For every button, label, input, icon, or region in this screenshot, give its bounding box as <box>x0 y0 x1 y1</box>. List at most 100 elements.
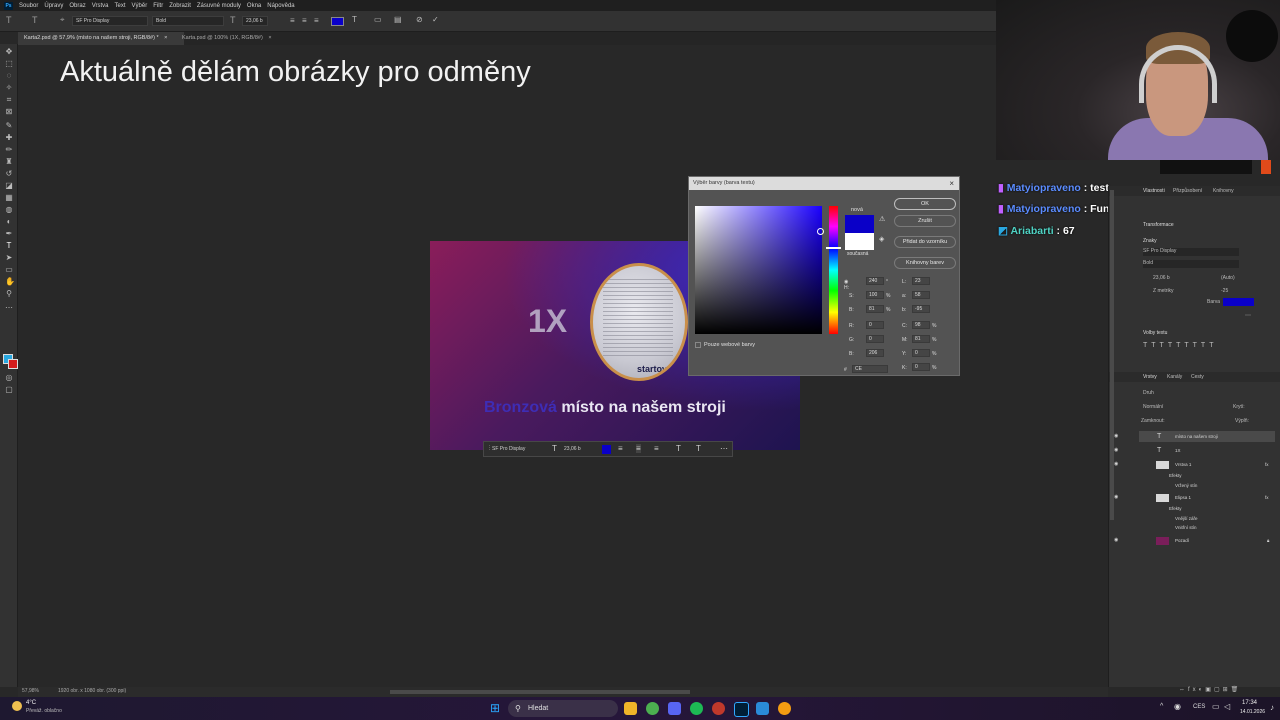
warp-text-icon[interactable]: T <box>676 444 681 453</box>
y-input[interactable]: 0 <box>912 349 930 357</box>
zoom-level[interactable]: 57,98% <box>22 688 39 694</box>
layer-row[interactable]: ◉ Elipsa 1 fx <box>1114 492 1275 503</box>
web-only-checkbox[interactable] <box>695 342 701 348</box>
menu-napoveda[interactable]: Nápověda <box>267 3 294 9</box>
h-input[interactable]: 240 <box>866 277 884 285</box>
rgb-b-input[interactable]: 206 <box>866 349 884 357</box>
tab-layers[interactable]: Vrstvy <box>1143 372 1157 382</box>
more-tools-icon[interactable]: ⋯ <box>5 304 13 312</box>
l-radio[interactable]: L: <box>902 279 906 285</box>
menu-zobrazit[interactable]: Zobrazit <box>169 3 191 9</box>
text-orientation-icon[interactable]: T <box>32 15 38 25</box>
b-input[interactable]: 81 <box>866 305 884 313</box>
zoom-tool-icon[interactable]: ⚲ <box>5 290 13 298</box>
dodge-tool-icon[interactable]: ◐ <box>5 218 13 226</box>
layer-row[interactable]: ◉ Pozadí 🔒︎ <box>1114 535 1275 546</box>
hand-tool-icon[interactable]: ✋ <box>5 278 15 286</box>
clock-date[interactable]: 14.01.2026 <box>1240 709 1265 715</box>
tab-adjustments[interactable]: Přizpůsobení <box>1173 186 1202 196</box>
menu-okna[interactable]: Okna <box>247 3 261 9</box>
a-input[interactable]: 58 <box>912 291 930 299</box>
lab-b-input[interactable]: -95 <box>912 305 930 313</box>
menu-filtr[interactable]: Filtr <box>153 3 163 9</box>
align-center-icon[interactable]: ≡ <box>302 16 307 25</box>
blur-tool-icon[interactable]: ◍ <box>5 206 13 214</box>
tab-channels[interactable]: Kanály <box>1167 372 1182 382</box>
align-right-icon[interactable]: ≡ <box>654 444 659 453</box>
taskbar-search[interactable]: ⚲ Hledat <box>508 700 618 717</box>
hue-slider-handle[interactable] <box>826 247 841 249</box>
align-center-icon[interactable]: ≡ <box>636 444 641 453</box>
web-safe-icon[interactable]: ◈ <box>879 235 884 243</box>
c-input[interactable]: 98 <box>912 321 930 329</box>
props-color-swatch[interactable] <box>1223 298 1254 306</box>
tab-paths[interactable]: Cesty <box>1191 372 1204 382</box>
ctx-color-swatch[interactable] <box>602 445 611 454</box>
ctx-font-select[interactable]: SF Pro Display <box>492 446 540 452</box>
props-size[interactable]: 23,06 b <box>1153 275 1170 281</box>
warp-text-icon[interactable]: T <box>352 15 357 24</box>
align-left-icon[interactable]: ≡ <box>290 16 295 25</box>
h-radio[interactable]: ◉ H: <box>844 279 849 291</box>
path-select-icon[interactable]: ➤ <box>5 254 13 262</box>
language-indicator[interactable]: CES <box>1193 704 1205 710</box>
chrome-icon[interactable] <box>646 702 659 715</box>
text-options-icon[interactable]: T <box>696 444 701 453</box>
text-style-buttons-icon[interactable]: TTTTTTTTT <box>1143 342 1217 349</box>
font-size-input[interactable]: 23,06 b <box>242 16 268 26</box>
lab-b-radio[interactable]: b: <box>902 307 906 313</box>
lasso-tool-icon[interactable]: ◌ <box>5 72 13 80</box>
move-tool-icon[interactable]: ✥ <box>5 48 13 56</box>
discord-icon[interactable] <box>668 702 681 715</box>
tray-apps-icon[interactable]: ◉ <box>1174 702 1181 711</box>
screen-mode-icon[interactable]: ▢ <box>5 386 13 394</box>
hex-input[interactable]: CE <box>852 365 888 373</box>
section-paragraph[interactable]: Volby textu <box>1143 330 1167 336</box>
obs-icon[interactable] <box>712 702 725 715</box>
marquee-tool-icon[interactable]: ⬚ <box>5 60 13 68</box>
document-info[interactable]: 1920 obr. x 1080 obr. (300 ppi) <box>58 688 126 694</box>
eye-icon[interactable]: ◉ <box>1114 492 1118 503</box>
font-style-select[interactable]: Bold <box>152 16 224 26</box>
layer-row[interactable]: ◉ T místo na našem stroji <box>1114 431 1275 442</box>
gradient-tool-icon[interactable]: ▦ <box>5 194 13 202</box>
r-radio[interactable]: R: <box>849 323 854 329</box>
menu-zasuvne-moduly[interactable]: Zásuvné moduly <box>197 3 241 9</box>
file-explorer-icon[interactable] <box>624 702 637 715</box>
props-style-select[interactable]: Bold <box>1143 260 1239 268</box>
tab-properties[interactable]: Vlastnosti <box>1143 186 1165 196</box>
props-kerning[interactable]: Z metriky <box>1153 288 1174 294</box>
eye-icon[interactable]: ◉ <box>1114 431 1118 442</box>
menu-obraz[interactable]: Obraz <box>69 3 85 9</box>
eraser-tool-icon[interactable]: ◪ <box>5 182 13 190</box>
eyedropper-icon[interactable]: ✎ <box>5 122 13 130</box>
s-input[interactable]: 100 <box>866 291 884 299</box>
current-color-swatch[interactable] <box>845 233 874 250</box>
hue-slider[interactable] <box>826 206 841 334</box>
menu-text[interactable]: Text <box>115 3 126 9</box>
gamut-warning-icon[interactable]: ⚠ <box>879 215 885 223</box>
r-input[interactable]: 0 <box>866 321 884 329</box>
m-input[interactable]: 81 <box>912 335 930 343</box>
photoshop-icon[interactable] <box>734 702 749 717</box>
ctx-size-input[interactable]: 23,06 b <box>564 446 581 452</box>
close-icon[interactable]: × <box>949 177 954 190</box>
fx-icon[interactable]: fx <box>1265 459 1269 470</box>
props-tracking[interactable]: -25 <box>1221 288 1228 294</box>
commit-icon[interactable]: ✓ <box>432 15 439 24</box>
vertical-scrollbar[interactable] <box>1110 190 1114 520</box>
tab-karta[interactable]: Karta.psd @ 100% (1X, RGB/8#) × <box>176 32 288 45</box>
type-tool-icon[interactable]: T <box>5 242 13 250</box>
layer-actions-icon[interactable]: ⇔fx◐▣▢⊞🗑︎ <box>1179 686 1241 693</box>
network-icon[interactable]: ▭ <box>1212 702 1220 711</box>
brush-tool-icon[interactable]: ✏ <box>5 146 13 154</box>
crop-tool-icon[interactable]: ⌗ <box>5 96 13 104</box>
background-color-swatch[interactable] <box>8 359 18 369</box>
layer-row[interactable]: ◉ Vrstva 1 fx <box>1114 459 1275 470</box>
section-character[interactable]: Znaky <box>1143 238 1157 244</box>
close-icon[interactable]: × <box>268 35 271 41</box>
cancel-icon[interactable]: ⊘ <box>416 15 423 24</box>
rgb-b-radio[interactable]: B: <box>849 351 854 357</box>
effect-row[interactable]: Vržený stín <box>1175 480 1269 491</box>
props-font-select[interactable]: SF Pro Display <box>1143 248 1239 256</box>
